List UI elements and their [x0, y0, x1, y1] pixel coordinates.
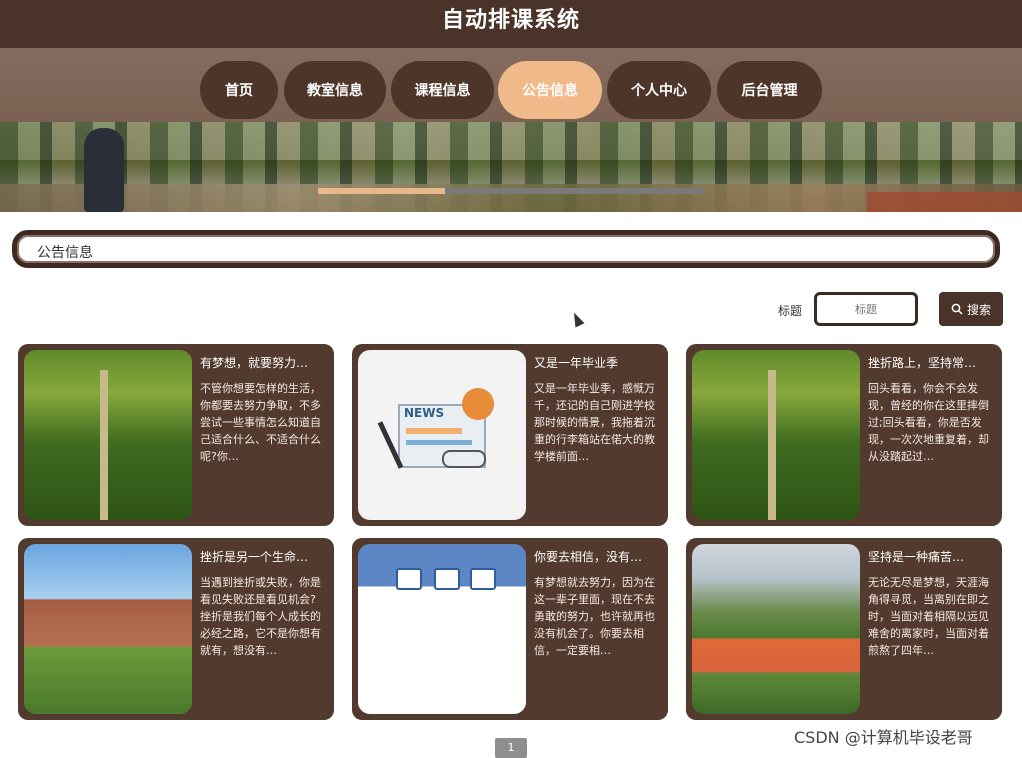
nav-item-announcements[interactable]: 公告信息: [498, 61, 602, 119]
nav-item-home[interactable]: 首页: [200, 61, 278, 119]
carousel-indicator[interactable]: [318, 188, 704, 194]
search-button-label: 搜索: [966, 302, 991, 317]
card-image[interactable]: [24, 350, 192, 520]
card-title[interactable]: 又是一年毕业季: [534, 354, 660, 371]
watermark: CSDN @计算机毕设老哥: [794, 728, 973, 747]
card-title[interactable]: 坚持是一种痛苦…: [868, 548, 994, 565]
card-image[interactable]: [358, 544, 526, 714]
card-body: 不管你想要怎样的生活，你都要去努力争取，不多尝试一些事情怎么知道自己适合什么、不…: [200, 382, 321, 463]
card-title[interactable]: 挫折路上，坚持常…: [868, 354, 994, 371]
card-title[interactable]: 挫折是另一个生命…: [200, 548, 326, 565]
mouse-cursor: [569, 310, 585, 328]
card-image[interactable]: NEWS: [358, 350, 526, 520]
search-icon: [951, 303, 963, 315]
carousel-indicator-fill: [318, 188, 446, 194]
announcement-card[interactable]: 你要去相信，没有… 有梦想就去努力，因为在这一辈子里面，现在不去勇敢的努力，也许…: [352, 538, 668, 720]
card-title[interactable]: 有梦想，就要努力…: [200, 354, 326, 371]
card-body: 无论无尽是梦想，天涯海角得寻觅，当离别在即之时，当面对着相隔以远见难舍的离家时，…: [868, 576, 989, 657]
glasses-icon: [442, 450, 486, 468]
news-icon: NEWS: [404, 406, 445, 420]
header-bar: 自动排课系统: [0, 0, 1022, 48]
banner-carousel: [0, 122, 1022, 212]
announcement-card[interactable]: 挫折路上，坚持常… 回头看看，你会不会发现，曾经的你在这里摔倒过;回头看看，你是…: [686, 344, 1002, 526]
card-image[interactable]: [692, 544, 860, 714]
announcement-card[interactable]: 挫折是另一个生命… 当遇到挫折或失败，你是看见失败还是看见机会?挫折是我们每个人…: [18, 538, 334, 720]
banner-person: [84, 128, 124, 212]
card-body: 有梦想就去努力，因为在这一辈子里面，现在不去勇敢的努力，也许就再也没有机会了。你…: [534, 576, 655, 657]
nav-item-personal-center[interactable]: 个人中心: [607, 61, 711, 119]
main-nav: 首页 教室信息 课程信息 公告信息 个人中心 后台管理: [0, 48, 1022, 124]
section-title: 公告信息: [37, 245, 93, 261]
app-title: 自动排课系统: [441, 8, 580, 33]
card-body: 当遇到挫折或失败，你是看见失败还是看见机会?挫折是我们每个人成长的必经之路，它不…: [200, 576, 321, 657]
card-body: 回头看看，你会不会发现，曾经的你在这里摔倒过;回头看看，你是否发现，一次次地重复…: [868, 382, 989, 463]
card-image[interactable]: [692, 350, 860, 520]
announcement-card[interactable]: 坚持是一种痛苦… 无论无尽是梦想，天涯海角得寻觅，当离别在即之时，当面对着相隔以…: [686, 538, 1002, 720]
search-input[interactable]: [814, 292, 918, 326]
card-title[interactable]: 你要去相信，没有…: [534, 548, 660, 565]
search-label: 标题: [778, 304, 803, 318]
card-image[interactable]: [24, 544, 192, 714]
search-button[interactable]: 搜索: [939, 292, 1003, 326]
announcement-card[interactable]: 有梦想，就要努力… 不管你想要怎样的生活，你都要去努力争取，不多尝试一些事情怎么…: [18, 344, 334, 526]
section-title-bar: 公告信息: [12, 230, 1000, 268]
pagination-current-page[interactable]: 1: [495, 738, 527, 758]
nav-item-admin[interactable]: 后台管理: [717, 61, 822, 119]
nav-item-course-info[interactable]: 课程信息: [391, 61, 494, 119]
nav-item-classroom-info[interactable]: 教室信息: [284, 61, 386, 119]
announcement-card[interactable]: NEWS 又是一年毕业季 又是一年毕业季，感慨万千，还记的自己刚进学校那时候的情…: [352, 344, 668, 526]
card-body: 又是一年毕业季，感慨万千，还记的自己刚进学校那时候的情景，我拖着沉重的行李箱站在…: [534, 382, 655, 463]
